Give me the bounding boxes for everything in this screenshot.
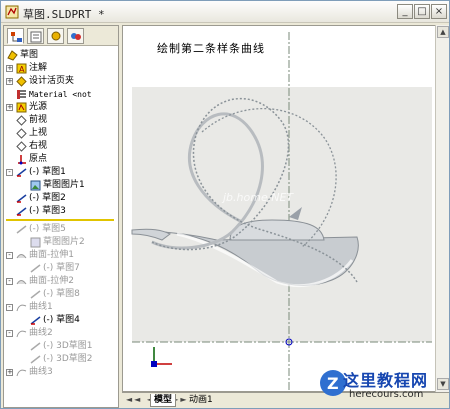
material-icon [17, 90, 26, 99]
tree-item-label: 曲线3 [29, 367, 53, 377]
expand-icon[interactable]: - [6, 252, 13, 259]
sketch-icon [30, 264, 41, 273]
sketch-icon [16, 168, 27, 177]
configuration-icon [51, 31, 61, 41]
tab-feature-manager[interactable] [7, 28, 24, 44]
brand-title: 这里教程网 [343, 371, 429, 390]
tab-display-manager[interactable] [67, 28, 84, 44]
tree-item-label: 曲面-拉伸2 [29, 276, 74, 286]
graphics-area[interactable]: 绘制第二条样条曲线 [122, 25, 449, 392]
surface-icon [16, 254, 27, 259]
title-bar[interactable]: 草图.SLDPRT * _ □ × [1, 1, 449, 23]
expand-icon[interactable]: + [6, 78, 13, 85]
sketch3d-icon [30, 342, 41, 351]
tab-property-manager[interactable] [27, 28, 44, 44]
viewport-caption: 绘制第二条样条曲线 [157, 42, 265, 55]
plane-icon [16, 128, 27, 139]
tree-item-label: 草图图片1 [43, 180, 85, 190]
tree-item-label: 曲面-拉伸1 [29, 250, 74, 260]
panel-tab-strip [4, 26, 118, 46]
tree-item-label: 注解 [29, 63, 48, 73]
feature-tree-icon [11, 32, 22, 42]
sketch-picture-background [132, 87, 432, 342]
brand-url: herecours.com [349, 389, 424, 400]
expand-icon[interactable]: - [6, 330, 13, 337]
feature-manager-panel: 草图 + A 注解 + 设计活页夹 Material <not + 光源 前视 … [3, 25, 119, 408]
tree-item-label: 曲线1 [29, 302, 53, 312]
sketch-icon [16, 194, 27, 203]
tree-item-label: 设计活页夹 [29, 76, 75, 86]
tree-item-label: 光源 [29, 102, 48, 112]
tab-model[interactable]: 模型 [150, 394, 177, 407]
tree-item-label: 曲线2 [29, 328, 53, 338]
sketch-icon [16, 225, 27, 234]
expand-icon[interactable]: + [6, 65, 13, 72]
tree-item-label: Material <not [29, 90, 92, 99]
expand-icon[interactable]: + [6, 104, 13, 111]
property-icon [30, 31, 42, 43]
minimize-button[interactable]: _ [397, 4, 413, 19]
tree-item-label: (-) 3D草图2 [43, 354, 93, 364]
window-title: 草图.SLDPRT * [23, 8, 105, 21]
tree-item-label: (-) 草图4 [43, 315, 80, 325]
model-canvas[interactable] [123, 26, 449, 392]
svg-text:A: A [19, 65, 25, 74]
rollback-bar[interactable] [6, 219, 114, 221]
sketch-doc-icon [5, 5, 19, 19]
design-binder-icon [16, 76, 27, 87]
viewport-scrollbar[interactable]: ▲ ▼ [435, 25, 449, 392]
close-button[interactable]: × [431, 4, 447, 19]
app-window: 草图.SLDPRT * _ □ × 草图 + A 注解 + 设计活页夹 Mate… [0, 0, 450, 409]
site-watermark: Z 这里教程网 herecours.com [319, 367, 449, 407]
tab-configuration-manager[interactable] [47, 28, 64, 44]
svg-text:Z: Z [327, 374, 339, 393]
tree-item-label: (-) 草图8 [43, 289, 80, 299]
tree-item-label: (-) 3D草图1 [43, 341, 93, 351]
light-icon [16, 102, 27, 113]
tree-item-label: (-) 草图1 [29, 167, 66, 177]
expand-icon[interactable]: - [6, 304, 13, 311]
sketch-icon [16, 207, 27, 216]
tree-item-label: (-) 草图5 [29, 224, 66, 234]
annotation-icon: A [16, 63, 27, 74]
plane-icon [16, 115, 27, 126]
curve-icon [16, 304, 27, 312]
sketch3d-icon [30, 355, 41, 364]
tree-item-label: (-) 草图3 [29, 206, 66, 216]
collapse-icon[interactable]: - [6, 169, 13, 176]
watermark-text: jb.home.NET [223, 191, 294, 204]
sketch-icon [30, 290, 41, 299]
tree-item-label: 前视 [29, 115, 48, 125]
tab-animation[interactable]: 动画1 [186, 394, 216, 407]
maximize-button[interactable]: □ [414, 4, 430, 19]
tree-item-label: (-) 草图7 [43, 263, 80, 273]
curve-icon [16, 330, 27, 338]
sketch-picture-icon [30, 180, 41, 191]
surface-icon [16, 280, 27, 285]
expand-icon[interactable]: + [6, 369, 13, 376]
curve-icon [16, 369, 27, 377]
display-icon [71, 33, 81, 40]
tree-item-label: 草图图片2 [43, 237, 85, 247]
tree-item-label: (-) 草图2 [29, 193, 66, 203]
part-icon [7, 50, 18, 61]
expand-icon[interactable]: - [6, 278, 13, 285]
tree-item-label: 上视 [29, 128, 48, 138]
origin-marker-icon [151, 361, 157, 367]
origin-icon [18, 155, 26, 165]
sketch-picture-icon [30, 237, 41, 248]
tree-root-label: 草图 [20, 50, 39, 60]
tree-item-label: 右视 [29, 141, 48, 151]
plane-icon [16, 141, 27, 152]
sketch-icon [30, 316, 41, 325]
tree-item-label: 原点 [29, 154, 48, 164]
scroll-up-icon[interactable]: ▲ [437, 26, 449, 38]
